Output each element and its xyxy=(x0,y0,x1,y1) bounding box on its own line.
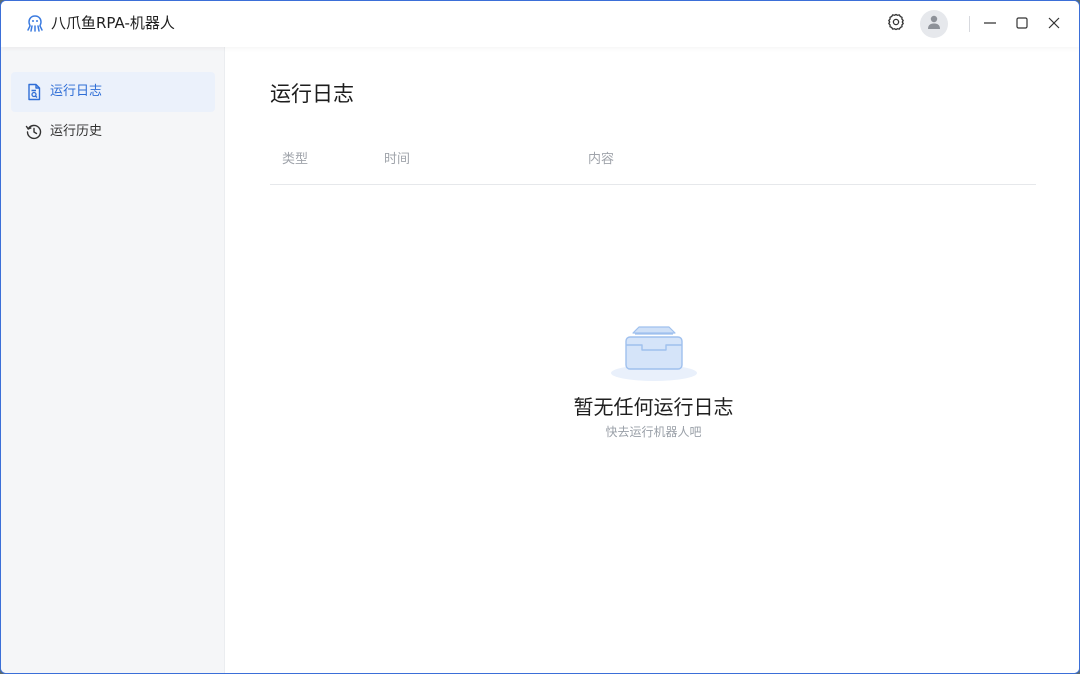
user-avatar-button[interactable] xyxy=(920,10,948,38)
column-header-time: 时间 xyxy=(384,152,411,167)
page-title: 运行日志 xyxy=(270,82,354,106)
sidebar-item-label: 运行日志 xyxy=(50,84,103,99)
close-button[interactable] xyxy=(1041,11,1067,37)
history-clock-icon xyxy=(25,123,43,141)
sidebar-item-run-history[interactable]: 运行历史 xyxy=(11,112,215,152)
sidebar-item-run-log[interactable]: 运行日志 xyxy=(11,72,215,112)
window-title: 八爪鱼RPA-机器人 xyxy=(51,14,175,32)
sidebar-item-label: 运行历史 xyxy=(50,124,103,139)
column-header-content: 内容 xyxy=(588,152,615,167)
main-content: 运行日志 类型 时间 内容 暂无任何运行日志 快去运行机器人吧 xyxy=(226,47,1079,673)
minimize-icon xyxy=(983,15,997,34)
app-window: 八爪鱼RPA-机器人 运行日志 运行历史 运行日志 类型 时间 内容 暂无任何运… xyxy=(0,0,1080,674)
empty-state-title: 暂无任何运行日志 xyxy=(573,395,734,419)
maximize-icon xyxy=(1015,15,1029,34)
gear-icon xyxy=(887,13,905,35)
titlebar-divider xyxy=(969,16,970,32)
log-table-header: 类型 时间 内容 xyxy=(270,143,1036,185)
column-header-type: 类型 xyxy=(282,152,309,167)
maximize-button[interactable] xyxy=(1009,11,1035,37)
octopus-logo-icon xyxy=(25,14,45,34)
minimize-button[interactable] xyxy=(977,11,1003,37)
sidebar: 运行日志 运行历史 xyxy=(1,47,225,673)
empty-inbox-icon xyxy=(609,325,699,383)
settings-button[interactable] xyxy=(883,11,909,37)
empty-state-subtitle: 快去运行机器人吧 xyxy=(605,425,702,439)
user-icon xyxy=(926,14,942,34)
title-bar: 八爪鱼RPA-机器人 xyxy=(1,1,1079,47)
close-icon xyxy=(1047,15,1061,34)
log-document-icon xyxy=(25,83,43,101)
